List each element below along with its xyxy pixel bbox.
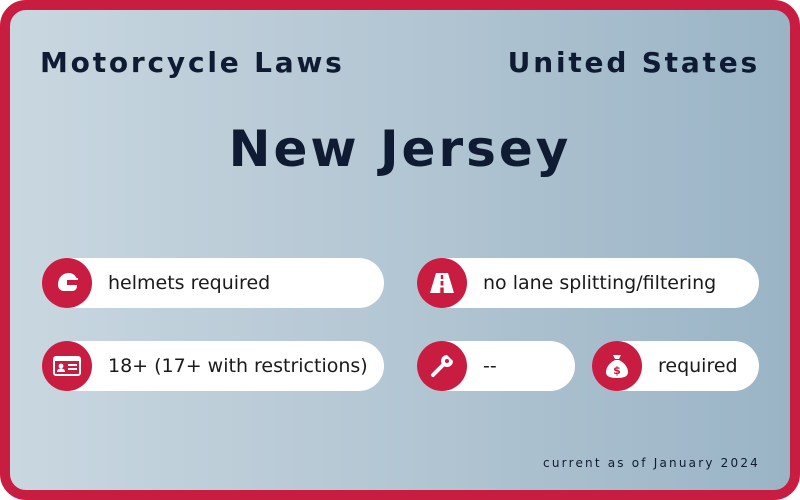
insurance-pill: $ required	[592, 341, 759, 391]
helmet-icon	[42, 258, 92, 308]
helmet-law-text: helmets required	[108, 272, 271, 294]
license-age-text: 18+ (17+ with restrictions)	[108, 355, 368, 377]
id-card-icon	[42, 341, 92, 391]
lane-splitting-pill: no lane splitting/filtering	[417, 258, 759, 308]
road-lanes-icon	[417, 258, 467, 308]
state-name: New Jersey	[228, 120, 572, 178]
wrench-icon	[417, 341, 467, 391]
helmet-law-pill: helmets required	[42, 258, 384, 308]
footer-date: current as of January 2024	[543, 456, 760, 470]
svg-text:$: $	[613, 364, 621, 377]
law-card: Motorcycle Laws United States New Jersey…	[0, 0, 800, 500]
inspection-pill: --	[417, 341, 575, 391]
country-label: United States	[507, 46, 760, 79]
card-title: Motorcycle Laws	[40, 46, 345, 79]
lane-splitting-text: no lane splitting/filtering	[483, 272, 717, 294]
inspection-text: --	[483, 355, 497, 377]
insurance-text: required	[658, 355, 738, 377]
money-bag-icon: $	[592, 341, 642, 391]
license-age-pill: 18+ (17+ with restrictions)	[42, 341, 384, 391]
